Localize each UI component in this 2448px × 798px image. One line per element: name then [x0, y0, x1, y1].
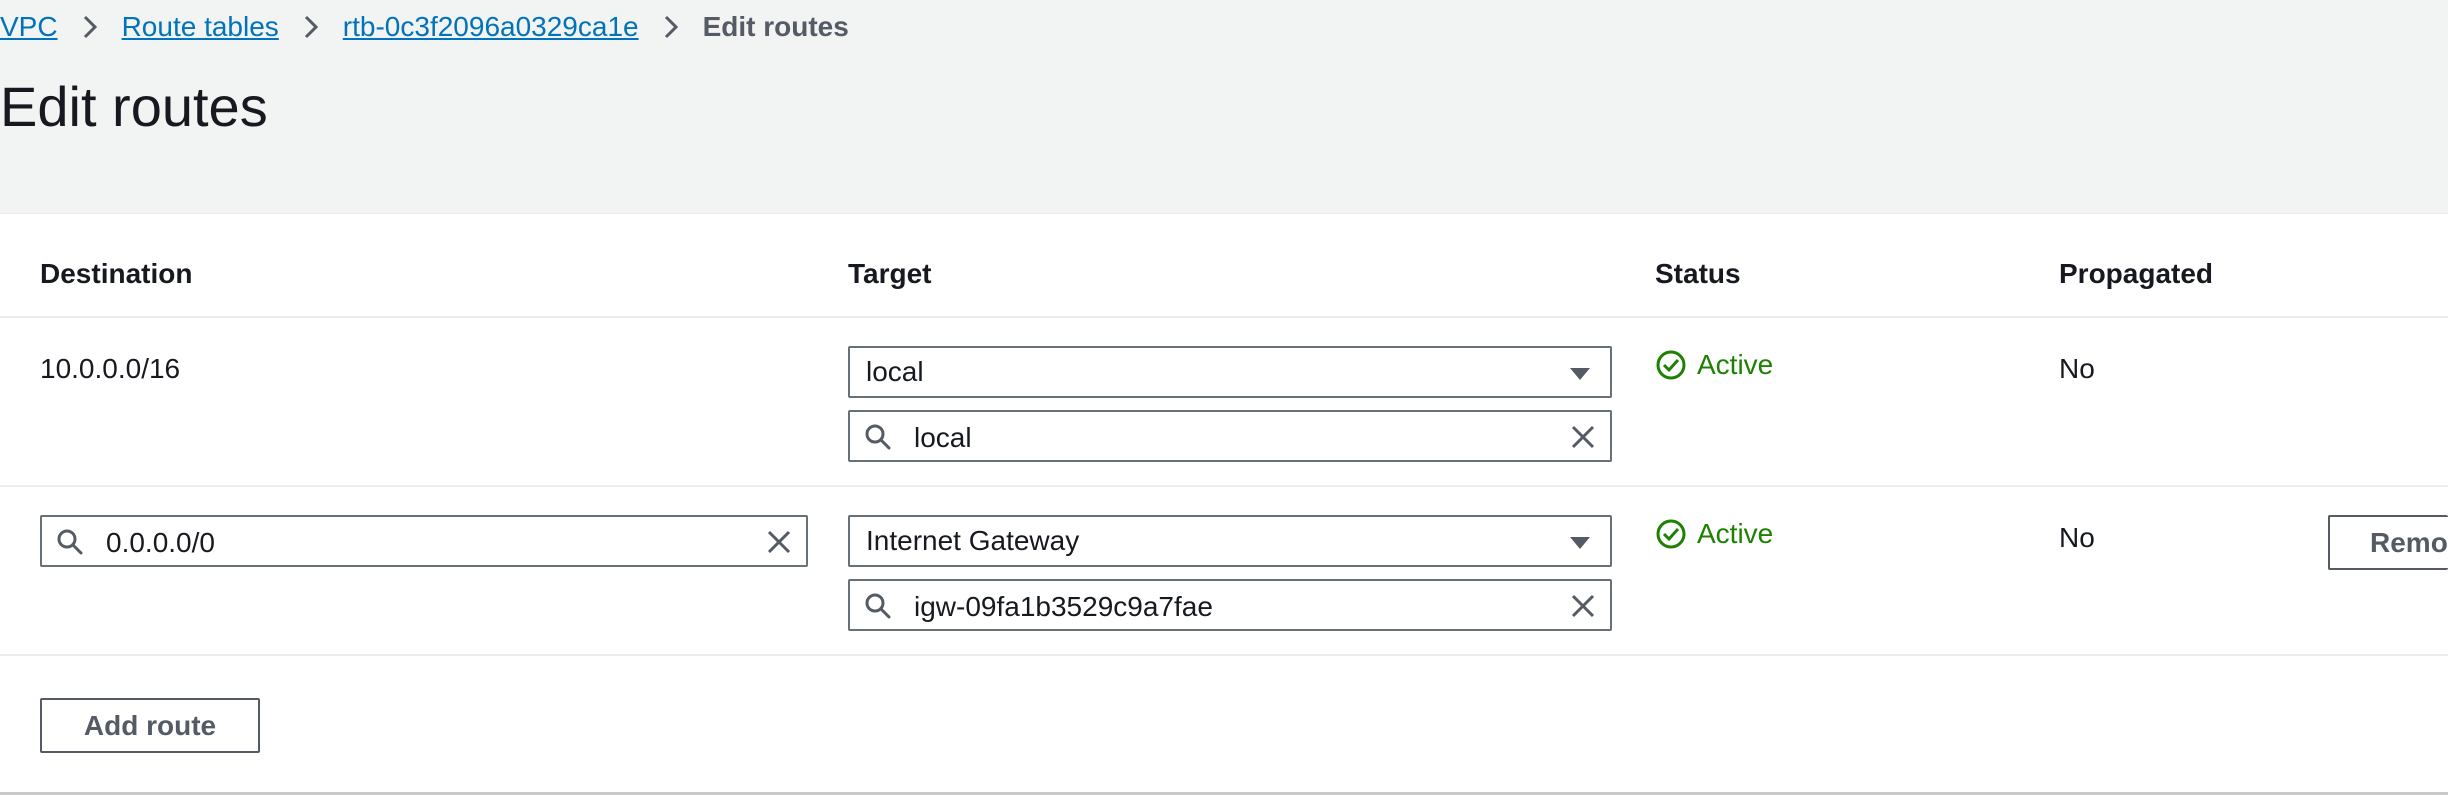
check-circle-icon	[1656, 350, 1686, 380]
chevron-right-icon	[639, 14, 703, 40]
route-destination: 10.0.0.0/16	[40, 353, 181, 384]
routes-table: Destination Target Status Propagated 10.…	[0, 213, 2448, 798]
row-divider	[0, 485, 2448, 487]
page-header: VPC Route tables rtb-0c3f2096a0329ca1e E…	[0, 0, 2448, 214]
column-header-propagated: Propagated	[2059, 258, 2214, 289]
status-badge: Active	[1655, 349, 1773, 381]
breadcrumb-route-table-id[interactable]: rtb-0c3f2096a0329ca1e	[343, 11, 639, 43]
breadcrumb-route-tables[interactable]: Route tables	[122, 11, 279, 43]
chevron-right-icon	[58, 14, 122, 40]
status-text: Active	[1697, 349, 1774, 380]
page-title: Edit routes	[0, 75, 268, 138]
check-circle-icon	[1656, 519, 1686, 549]
close-icon[interactable]	[1570, 593, 1596, 619]
add-route-button[interactable]: Add route	[40, 698, 260, 753]
destination-search-input[interactable]: 0.0.0.0/0	[40, 515, 808, 567]
column-header-destination: Destination	[40, 258, 193, 289]
target-type-select[interactable]: local	[848, 346, 1612, 398]
target-type-select[interactable]: Internet Gateway	[848, 515, 1612, 567]
caret-down-icon	[1570, 368, 1590, 380]
caret-down-icon	[1570, 537, 1590, 549]
breadcrumb-vpc[interactable]: VPC	[0, 11, 58, 43]
search-icon	[57, 529, 83, 555]
chevron-right-icon	[279, 14, 343, 40]
column-header-status: Status	[1655, 258, 1741, 289]
search-icon	[865, 593, 891, 619]
close-icon[interactable]	[766, 529, 792, 555]
target-search-input[interactable]: igw-09fa1b3529c9a7fae	[848, 579, 1612, 631]
target-search-input[interactable]: local	[848, 410, 1612, 462]
target-type-value: local	[866, 356, 924, 387]
header-divider	[0, 316, 2448, 318]
target-type-value: Internet Gateway	[866, 525, 1080, 556]
search-icon	[865, 424, 891, 450]
propagated-value: No	[2059, 522, 2095, 553]
close-icon[interactable]	[1570, 424, 1596, 450]
status-text: Active	[1697, 518, 1774, 549]
target-search-value: igw-09fa1b3529c9a7fae	[914, 591, 1213, 622]
row-divider	[0, 654, 2448, 656]
remove-route-button[interactable]: Remo	[2328, 515, 2448, 570]
container-bottom-border	[0, 792, 2448, 795]
destination-search-value: 0.0.0.0/0	[106, 527, 215, 558]
column-header-target: Target	[848, 258, 932, 289]
breadcrumb-current: Edit routes	[702, 11, 849, 42]
target-search-value: local	[914, 422, 972, 453]
breadcrumb: VPC Route tables rtb-0c3f2096a0329ca1e E…	[0, 9, 849, 45]
status-badge: Active	[1655, 518, 1773, 550]
propagated-value: No	[2059, 353, 2095, 384]
